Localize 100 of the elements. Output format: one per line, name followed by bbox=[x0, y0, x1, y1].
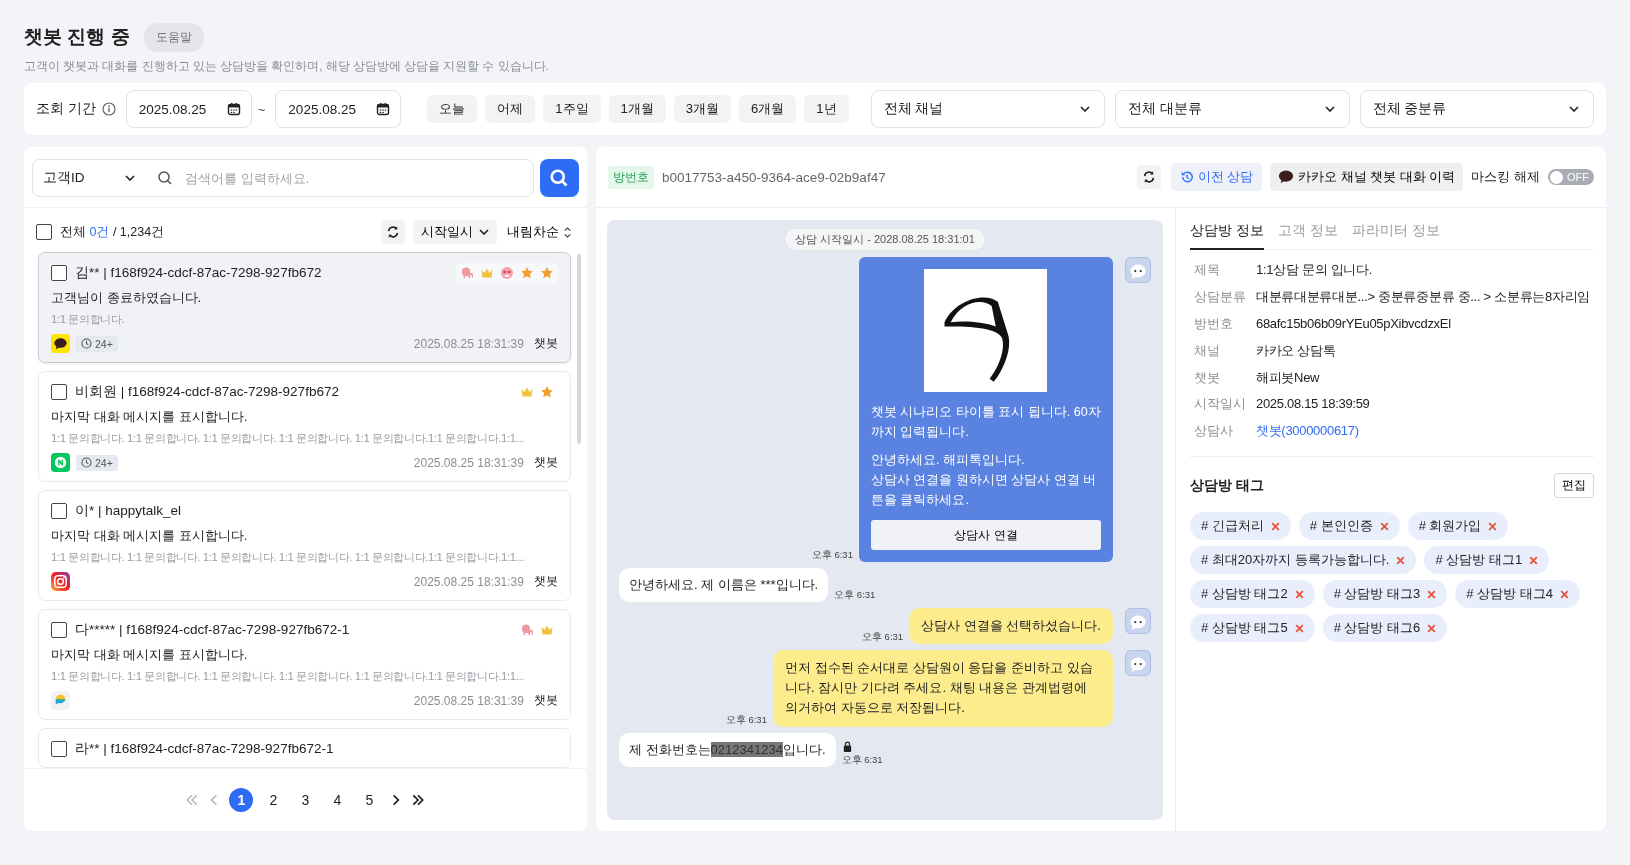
conversation-time: 2025.08.25 18:31:39 bbox=[413, 336, 524, 351]
field-label: 제목 bbox=[1193, 262, 1221, 279]
row-checkbox[interactable] bbox=[51, 265, 67, 281]
field-label: 챗봇 bbox=[1193, 369, 1221, 387]
bot-avatar-icon bbox=[1124, 257, 1151, 283]
page-button[interactable]: 4 bbox=[325, 788, 350, 812]
refresh-button[interactable] bbox=[380, 220, 405, 244]
last-message: 마지막 대화 메시지를 표시합니다. bbox=[51, 645, 249, 664]
scrollbar[interactable] bbox=[576, 254, 581, 444]
field-value: 카카오 상담톡 bbox=[1255, 342, 1336, 360]
select-all-checkbox[interactable] bbox=[36, 224, 52, 240]
period-button[interactable]: 오늘 bbox=[427, 95, 478, 123]
chat-history-button[interactable]: 카카오 채널 챗봇 대화 이력 bbox=[1270, 163, 1464, 191]
period-button[interactable]: 어제 bbox=[485, 95, 536, 123]
message-preview: 1:1 문의합니다. 1:1 문의합니다. 1:1 문의합니다. 1:1 문의합니다. 1:1 문의합니다.1:1 문의합니다.1:1... bbox=[51, 668, 525, 684]
conversation-card[interactable]: 라** | f168f924-cdcf-87ac-7298-927fb672-1 bbox=[38, 727, 571, 768]
connect-agent-button[interactable]: 상담사 연결 bbox=[870, 520, 1101, 550]
bot-message: 안녕하세요. 해피톡입니다. 상담사 연결을 원하시면 상담사 연결 버튼을 클릭하세요. bbox=[870, 452, 1098, 509]
page-button[interactable]: 3 bbox=[293, 788, 318, 812]
conversation-card[interactable]: 비회원 | f168f924-cdcf-87ac-7298-927fb672 마지막 대화 메시지를 표시합니다. 1:1 문의합니다. 1:1 문의합니다. 1:1 문의합니다. 1:1 문의합니다. 1:1 문의합니다.1:1 문의합니다.1:1... 24+ 2025.08.25 18:31:39 챗봇 bbox=[38, 370, 571, 482]
row-checkbox[interactable] bbox=[51, 502, 67, 519]
page-description: 고객이 챗봇과 대화를 진행하고 있는 상담방을 확인하며, 해당 상담방에 상담을 지원할 수 있습니다. bbox=[24, 59, 550, 74]
period-button[interactable]: 1주일 bbox=[543, 95, 601, 123]
face-icon bbox=[499, 266, 514, 280]
close-icon[interactable] bbox=[1293, 622, 1305, 634]
field-value: 2025.08.15 18:39:59 bbox=[1255, 396, 1370, 414]
refresh-icon bbox=[385, 225, 400, 239]
close-icon[interactable] bbox=[1487, 520, 1499, 532]
edit-button[interactable]: 편집 bbox=[1554, 473, 1594, 499]
tag-label: # 회원가입 bbox=[1418, 517, 1482, 536]
close-icon[interactable] bbox=[1378, 520, 1390, 532]
tag-label: # 상담방 태그6 bbox=[1333, 619, 1421, 638]
tag-label: # 본인인증 bbox=[1309, 517, 1373, 536]
page-button[interactable]: 5 bbox=[357, 788, 382, 812]
row-checkbox[interactable] bbox=[51, 621, 67, 638]
handler-label: 챗봇 bbox=[533, 455, 558, 471]
star-icon bbox=[519, 266, 534, 280]
calendar-icon bbox=[226, 102, 241, 116]
tag-label: # 상담방 태그1 bbox=[1435, 551, 1523, 570]
agent-link[interactable]: 챗봇(3000000617) bbox=[1255, 423, 1359, 441]
clock-icon bbox=[81, 338, 92, 350]
field-value: 해피봇New bbox=[1255, 369, 1320, 387]
chat-start-notice: 상담 시작일시 - 2028.08.25 18:31:01 bbox=[784, 228, 986, 251]
sort-field-dropdown[interactable]: 시작일시 bbox=[412, 220, 497, 244]
date-separator: ~ bbox=[257, 101, 266, 117]
conversation-title: 라** | f168f924-cdcf-87ac-7298-927fb672-1 bbox=[75, 739, 334, 758]
last-message: 마지막 대화 메시지를 표시합니다. bbox=[51, 407, 249, 426]
tag-label: # 긴급처리 bbox=[1200, 517, 1264, 536]
message-preview: 1:1 문의합니다. 1:1 문의합니다. 1:1 문의합니다. 1:1 문의합니다. 1:1 문의합니다.1:1 문의합니다.1:1... bbox=[51, 430, 525, 446]
category-dropdown[interactable]: 전체 채널 bbox=[870, 90, 1105, 128]
chevron-down-icon bbox=[125, 175, 135, 181]
first-page-icon[interactable] bbox=[185, 793, 200, 807]
close-icon[interactable] bbox=[1426, 622, 1438, 634]
period-button[interactable]: 3개월 bbox=[673, 95, 732, 123]
close-icon[interactable] bbox=[1395, 554, 1407, 566]
period-label: 조회 기간 bbox=[36, 100, 96, 118]
category-dropdown[interactable]: 전체 대분류 bbox=[1115, 90, 1350, 128]
end-date-field[interactable]: 2025.08.25 bbox=[275, 90, 402, 128]
page-button[interactable]: 2 bbox=[261, 788, 286, 812]
chat-bubble-icon bbox=[51, 453, 70, 473]
customer-message: 안녕하세요. 제 이름은 ***입니다. bbox=[618, 568, 829, 602]
conversation-card[interactable]: 김** | f168f924-cdcf-87ac-7298-927fb672 고객님이 종료하였습니다. 1:1 문의합니다. 24+ 2025.08.25 18:31:39 챗봇 bbox=[38, 252, 571, 363]
message-time: 오후 6:31 bbox=[841, 753, 883, 767]
close-icon[interactable] bbox=[1426, 588, 1438, 600]
row-checkbox[interactable] bbox=[51, 383, 67, 400]
conversation-card[interactable]: 다***** | f168f924-cdcf-87ac-7298-927fb672-1 마지막 대화 메시지를 표시합니다. 1:1 문의합니다. 1:1 문의합니다. 1:1 문의합니다. 1:1 문의합니다. 1:1 문의합니다.1:1 문의합니다.1:1... 2025.08.25 18:31:39 챗봇 bbox=[38, 608, 571, 720]
crown-icon bbox=[479, 266, 494, 280]
search-field[interactable]: 고객ID 검색어를 입력하세요. bbox=[32, 159, 534, 197]
close-icon[interactable] bbox=[1559, 588, 1570, 600]
close-icon[interactable] bbox=[1528, 554, 1540, 566]
period-button[interactable]: 1년 bbox=[804, 95, 849, 123]
category-dropdown[interactable]: 전체 중분류 bbox=[1359, 90, 1594, 128]
previous-consultation-button[interactable]: 이전 상담 bbox=[1171, 163, 1263, 191]
history-icon bbox=[1180, 170, 1194, 184]
chevron-down-icon bbox=[1569, 106, 1579, 112]
field-label: 시작일시 bbox=[1193, 396, 1247, 414]
row-checkbox[interactable] bbox=[51, 740, 67, 757]
tag-label: # 상담방 태그3 bbox=[1333, 585, 1421, 604]
close-icon[interactable] bbox=[1269, 520, 1281, 532]
sort-order-button[interactable]: 내림차순 bbox=[504, 223, 575, 241]
field-label: 방번호 bbox=[1193, 315, 1234, 333]
period-button[interactable]: 6개월 bbox=[739, 95, 797, 123]
last-page-icon[interactable] bbox=[411, 793, 426, 807]
help-button[interactable]: 도움말 bbox=[143, 22, 204, 52]
tags-title: 상담방 태그 bbox=[1189, 476, 1264, 495]
conversation-time: 2025.08.25 18:31:39 bbox=[413, 574, 524, 589]
start-date-field[interactable]: 2025.08.25 bbox=[125, 90, 252, 128]
info-tab[interactable]: 상담방 정보 bbox=[1189, 218, 1264, 250]
search-type-dropdown[interactable]: 고객ID bbox=[43, 169, 135, 187]
message-preview: 1:1 문의합니다. 1:1 문의합니다. 1:1 문의합니다. 1:1 문의합니다. 1:1 문의합니다.1:1 문의합니다.1:1... bbox=[51, 549, 525, 565]
conversation-card[interactable]: 이* | happytalk_el 마지막 대화 메시지를 표시합니다. 1:1 문의합니다. 1:1 문의합니다. 1:1 문의합니다. 1:1 문의합니다. 1:1 문의합니다.1:1 문의합니다.1:1... 2025.08.25 18:31:39 챗봇 bbox=[38, 489, 571, 601]
tag-label: # 상담방 태그4 bbox=[1466, 585, 1553, 604]
search-button[interactable] bbox=[539, 159, 579, 197]
period-button[interactable]: 1개월 bbox=[608, 95, 666, 123]
close-icon[interactable] bbox=[1293, 588, 1305, 600]
refresh-button[interactable] bbox=[1137, 165, 1161, 189]
page-button[interactable]: 1 bbox=[229, 788, 254, 812]
search-icon bbox=[157, 170, 173, 186]
tag-label: # 상담방 태그2 bbox=[1200, 585, 1288, 604]
star-icon bbox=[539, 266, 554, 280]
